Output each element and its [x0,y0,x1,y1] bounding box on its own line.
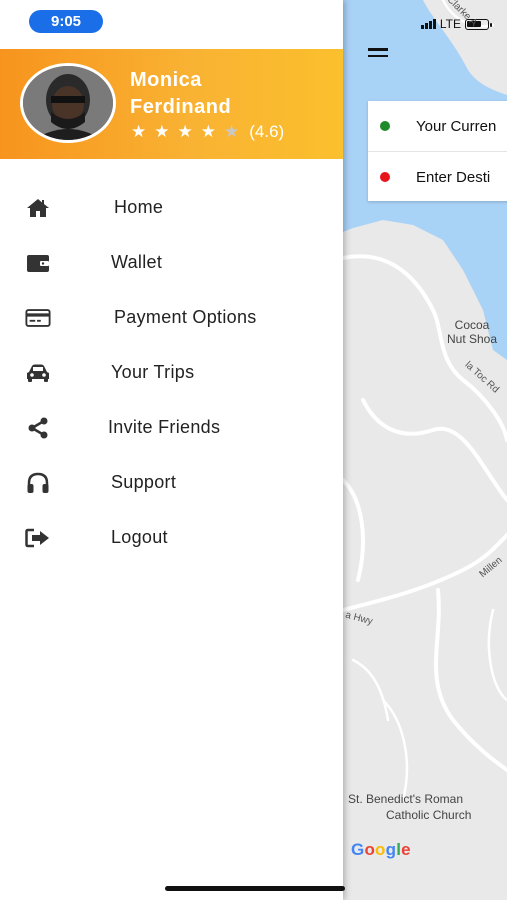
current-location-label: Your Curren [416,117,497,135]
car-icon [25,360,51,386]
star-filled-icon: ★ [177,122,193,141]
profile-name: Monica Ferdinand [130,67,231,121]
wallet-icon [25,250,51,276]
menu-item-support[interactable]: Support [0,455,343,510]
star-filled-icon: ★ [154,122,170,141]
current-location-dot-icon [380,121,390,131]
home-indicator[interactable] [165,886,345,891]
google-logo: Google [351,840,411,859]
navigation-drawer: 9:05 Monica Ferdinand ★ ★ ★ ★ ★ (4.6) Ho… [0,0,343,900]
menu-item-label: Payment Options [114,307,257,327]
menu-item-label: Home [114,197,164,217]
share-icon [25,415,51,441]
network-label: LTE [439,17,461,31]
status-bar-right: LTE [420,17,492,31]
menu-item-label: Support [111,472,177,492]
menu-item-label: Your Trips [111,362,195,382]
headphones-icon [25,470,51,496]
logout-icon [25,525,51,551]
destination-dot-icon [380,172,390,182]
status-time: 9:05 [29,10,103,33]
rating: ★ ★ ★ ★ ★ (4.6) [131,122,284,142]
profile-header[interactable]: Monica Ferdinand ★ ★ ★ ★ ★ (4.6) [0,49,343,159]
menu-item-home[interactable]: Home [0,180,343,235]
menu-item-invite-friends[interactable]: Invite Friends [0,400,343,455]
menu-item-wallet[interactable]: Wallet [0,235,343,290]
map-place-label: Cocoa Nut Shoa [447,318,498,346]
avatar[interactable] [20,63,116,143]
drawer-menu: Home Wallet Payment Options Your Trips I… [0,180,343,565]
rating-value: (4.6) [249,122,285,141]
map-place-label: Catholic Church [386,808,472,822]
menu-item-label: Logout [111,527,168,547]
menu-item-label: Wallet [111,252,163,272]
menu-item-logout[interactable]: Logout [0,510,343,565]
destination-label: Enter Desti [416,168,491,186]
menu-item-label: Invite Friends [108,417,221,437]
route-search-card: Your Curren Enter Desti [368,101,507,201]
star-filled-icon: ★ [131,122,147,141]
map-place-label: St. Benedict's Roman [348,792,464,806]
credit-card-icon [25,305,51,331]
menu-item-your-trips[interactable]: Your Trips [0,345,343,400]
destination-field[interactable]: Enter Desti [368,151,507,202]
profile-last-name: Ferdinand [130,96,232,118]
menu-toggle-icon[interactable] [368,48,388,60]
star-filled-icon: ★ [200,122,216,141]
star-empty-icon: ★ [224,122,240,141]
current-location-field[interactable]: Your Curren [368,101,507,151]
profile-first-name: Monica [130,69,202,91]
signal-icon [420,19,436,29]
menu-item-payment-options[interactable]: Payment Options [0,290,343,345]
home-icon [25,195,51,221]
map-view[interactable]: LTE Your Curren Enter Desti Clarke A Coc… [343,0,507,900]
